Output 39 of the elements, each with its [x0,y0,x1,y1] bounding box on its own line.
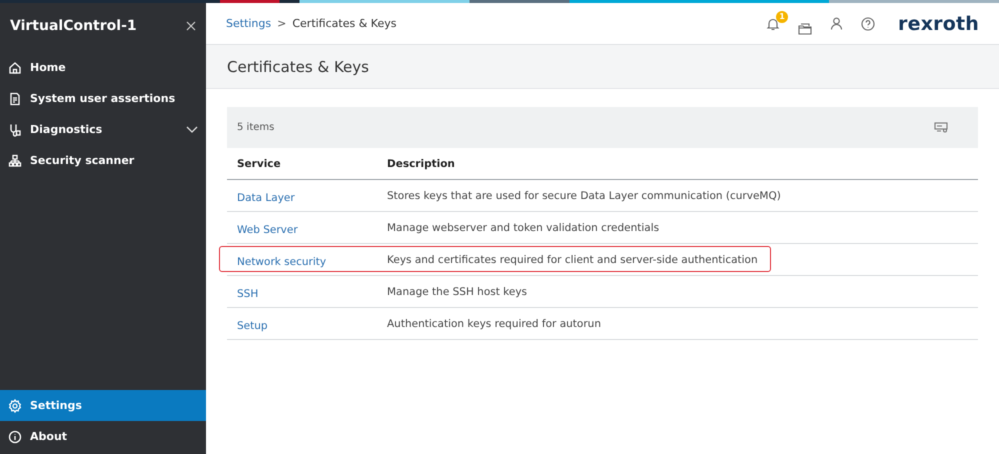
sidebar-item[interactable]: Home [0,52,206,83]
column-header: Description [387,158,456,170]
chevron-icon [186,126,198,134]
service-link[interactable]: SSH [237,288,258,300]
sidebar-item[interactable]: About [0,421,206,452]
service-link[interactable]: Data Layer [237,192,295,204]
breadcrumb-current: Certificates & Keys [292,17,396,30]
service-link[interactable]: Web Server [237,224,298,236]
sidebar-item[interactable]: System user assertions [0,83,206,114]
home-icon [8,60,22,74]
help-icon[interactable] [861,16,876,30]
column-settings-icon[interactable] [934,122,948,133]
notification-badge: 1 [776,10,788,22]
info-icon [8,430,22,444]
table-cell-text: Keys and certificates required for client and server-side authentication [387,254,759,266]
breadcrumb-link[interactable]: Settings [226,17,272,30]
user-icon[interactable] [830,17,844,30]
item-count: 5 items [237,122,274,133]
breadcrumb-separator: > [277,17,286,30]
table-cell-text: Manage webserver and token validation credentials [387,222,660,234]
brand-logo: rexroth [898,12,979,34]
column-header: Service [237,158,282,170]
table-cell-text: Stores keys that are used for secure Data Layer communication (curveMQ) [387,190,782,202]
sidebar-item[interactable]: Security scanner [0,145,206,176]
sidebar-item[interactable]: Settings [0,390,206,421]
network-icon [8,154,22,168]
folder-icon[interactable] [798,22,812,34]
table-cell-text: Authentication keys required for autorun [387,318,602,330]
close-icon[interactable] [186,21,196,31]
app-title: VirtualControl-1 [10,18,137,34]
document-icon [8,92,22,106]
stethoscope-icon [8,122,22,136]
settings-icon [8,398,22,412]
service-link[interactable]: Network security [237,256,326,268]
service-link[interactable]: Setup [237,320,268,332]
bell-icon[interactable] [766,16,780,30]
table-cell-text: Manage the SSH host keys [387,286,528,298]
page-title: Certificates & Keys [227,58,369,76]
sidebar-item[interactable]: Diagnostics [0,114,206,145]
